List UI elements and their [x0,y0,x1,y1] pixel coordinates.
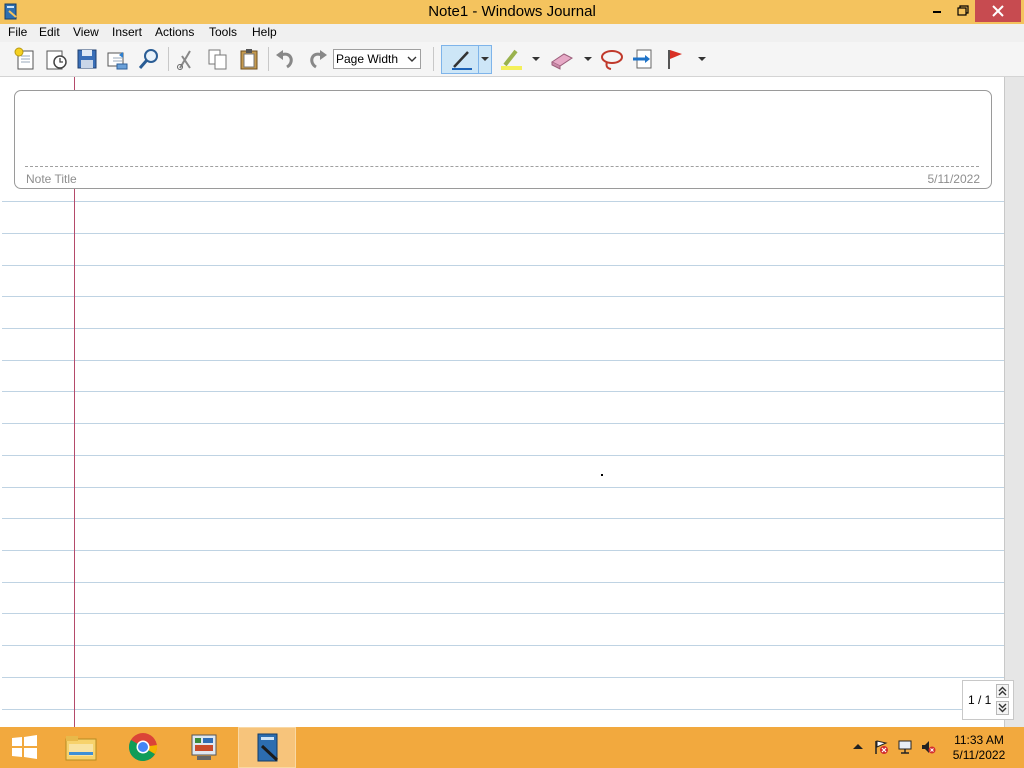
note-title-area[interactable]: Note Title 5/11/2022 [14,90,992,189]
rule-line [2,296,1004,297]
rule-line [2,550,1004,551]
chevron-down-icon [407,56,417,62]
zoom-select[interactable]: Page Width [333,49,421,69]
restore-icon [957,5,969,16]
rule-line [2,677,1004,678]
pen-dropdown-arrow-icon[interactable] [480,54,490,64]
page-navigator: 1 / 1 [962,680,1014,720]
page-indicator: 1 / 1 [968,693,992,707]
send-email-icon[interactable] [105,46,131,72]
menu-edit[interactable]: Edit [38,25,61,39]
title-divider [25,166,979,167]
zoom-value: Page Width [336,52,399,66]
network-icon[interactable] [897,739,913,755]
note-page[interactable]: Note Title 5/11/2022 [0,77,1004,727]
rule-line [2,487,1004,488]
toolbar-separator [433,47,434,71]
start-button[interactable] [0,727,52,768]
title-bar: Note1 - Windows Journal [0,0,1024,24]
save-icon[interactable] [74,46,100,72]
system-clock[interactable]: 11:33 AM 5/11/2022 [947,733,1011,763]
copy-icon[interactable] [205,46,231,72]
highlighter-dropdown-arrow-icon[interactable] [531,54,541,64]
rule-line [2,455,1004,456]
eraser-dropdown-arrow-icon[interactable] [583,54,593,64]
rule-line [2,709,1004,710]
close-icon [992,5,1004,17]
rule-line [2,423,1004,424]
lasso-select-icon[interactable] [599,46,625,72]
redo-icon[interactable] [304,46,330,72]
chrome-icon [129,733,158,762]
insert-space-icon[interactable] [630,46,656,72]
paste-icon[interactable] [236,46,262,72]
next-page-button[interactable] [996,701,1009,715]
open-icon[interactable] [43,46,69,72]
highlighter-icon[interactable] [498,46,524,72]
toolbar-separator [268,47,269,71]
rule-line [2,265,1004,266]
pen-icon [452,51,472,70]
volume-muted-icon[interactable] [920,739,936,755]
ink-stroke [601,474,603,476]
window-title: Note1 - Windows Journal [428,3,596,20]
double-chevron-down-icon [998,703,1007,713]
file-explorer-icon [65,736,97,761]
undo-icon[interactable] [273,46,299,72]
rule-line [2,582,1004,583]
menu-tools[interactable]: Tools [208,25,238,39]
menu-view[interactable]: View [72,25,100,39]
find-icon[interactable] [136,46,162,72]
menu-help[interactable]: Help [251,25,278,39]
rule-line [2,391,1004,392]
previous-page-button[interactable] [996,684,1009,698]
close-button[interactable] [975,0,1021,22]
pen-button[interactable] [441,45,492,74]
minimize-icon [933,11,941,13]
restore-button[interactable] [950,0,976,22]
menu-bar: File Edit View Insert Actions Tools Help [0,24,1024,42]
vertical-scrollbar[interactable] [1004,77,1024,727]
note-title-label: Note Title [26,172,77,186]
clock-date: 5/11/2022 [952,748,1006,762]
flag-icon[interactable] [662,46,688,72]
rule-line [2,201,1004,202]
note-canvas-area[interactable]: Note Title 5/11/2022 1 / 1 [0,77,1024,727]
clock-time: 11:33 AM [954,733,1004,747]
eraser-icon[interactable] [549,46,575,72]
minimize-button[interactable] [924,0,950,22]
cut-icon[interactable] [173,46,199,72]
double-chevron-up-icon [998,686,1007,696]
control-panel-icon [191,734,217,760]
flag-dropdown-arrow-icon[interactable] [697,54,707,64]
taskbar-control-panel[interactable] [178,727,230,768]
rule-line [2,360,1004,361]
rule-line [2,613,1004,614]
action-center-icon[interactable] [873,739,889,755]
toolbar: Page Width [0,42,1024,77]
rule-line [2,645,1004,646]
start-icon [12,735,37,759]
windows-journal-icon [257,733,279,762]
show-hidden-icons-icon[interactable] [850,739,866,755]
rule-line [2,328,1004,329]
rule-line [2,518,1004,519]
taskbar-windows-journal[interactable] [238,727,296,768]
rule-line [2,233,1004,234]
menu-file[interactable]: File [7,25,28,39]
menu-insert[interactable]: Insert [111,25,143,39]
toolbar-separator [168,47,169,71]
taskbar: 11:33 AM 5/11/2022 [0,727,1024,768]
taskbar-chrome[interactable] [117,727,169,768]
menu-actions[interactable]: Actions [154,25,195,39]
new-note-icon[interactable] [12,46,38,72]
taskbar-file-explorer[interactable] [55,727,107,768]
note-date: 5/11/2022 [927,172,981,186]
